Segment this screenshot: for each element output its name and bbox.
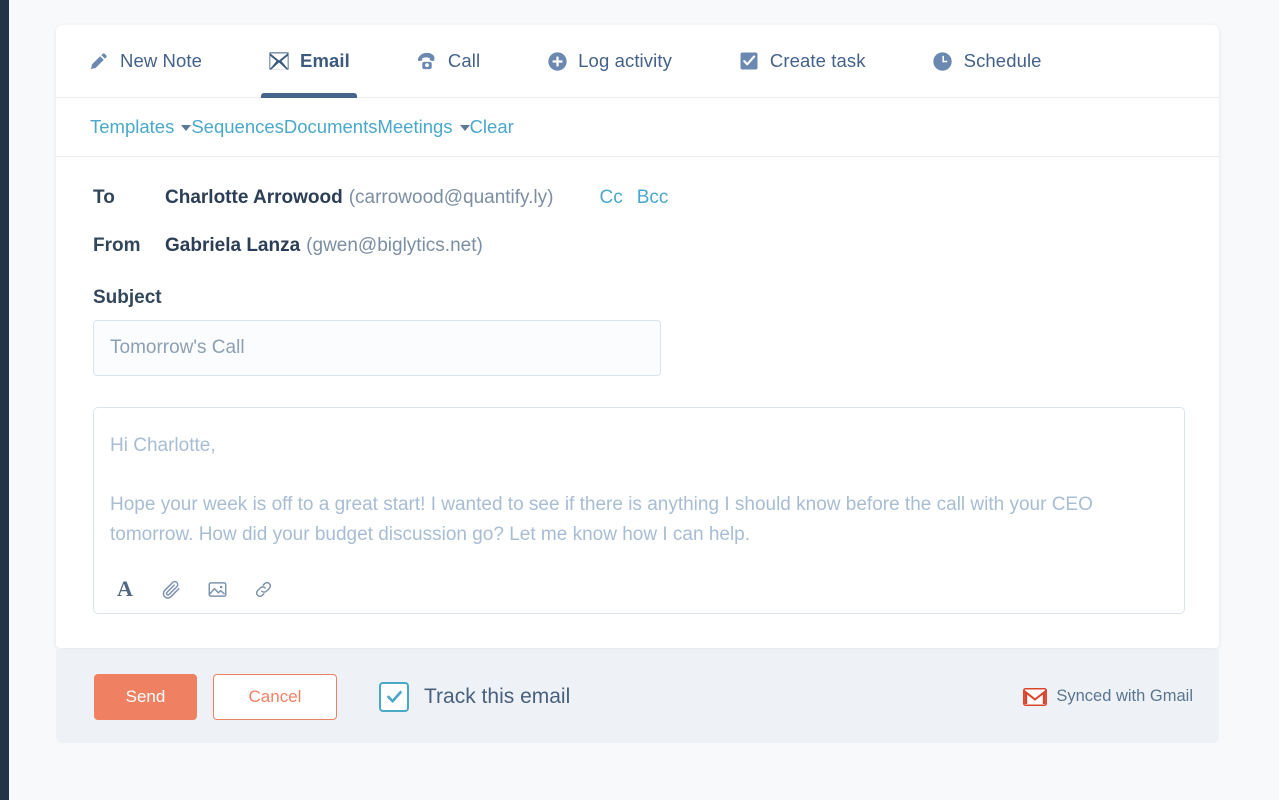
tab-label: Log activity (578, 50, 672, 72)
tab-active-indicator (261, 93, 357, 98)
cancel-button[interactable]: Cancel (213, 674, 337, 720)
tab-label: Schedule (964, 50, 1042, 72)
tab-call[interactable]: Call (412, 25, 484, 97)
body-greeting: Hi Charlotte, (110, 431, 1124, 461)
to-recipient-name[interactable]: Charlotte Arrowood (165, 187, 343, 209)
compose-body: To Charlotte Arrowood (carrowood@quantif… (56, 157, 1219, 648)
from-row: From Gabriela Lanza (gwen@biglytics.net) (93, 235, 1185, 257)
cc-button[interactable]: Cc (599, 187, 622, 209)
track-email-checkbox[interactable] (379, 682, 409, 712)
subject-input[interactable] (93, 320, 661, 376)
bcc-button[interactable]: Bcc (637, 187, 669, 209)
tab-label: New Note (120, 50, 202, 72)
synced-label: Synced with Gmail (1056, 687, 1193, 706)
to-row: To Charlotte Arrowood (carrowood@quantif… (93, 187, 1185, 209)
documents-button[interactable]: Documents (284, 116, 378, 138)
meetings-menu[interactable]: Meetings (377, 116, 469, 138)
clear-label: Clear (470, 116, 514, 138)
sequences-label: Sequences (191, 116, 284, 138)
to-recipient-email: (carrowood@quantify.ly) (349, 187, 554, 209)
phone-icon (416, 50, 438, 72)
tab-log-activity[interactable]: Log activity (542, 25, 676, 97)
image-icon[interactable] (205, 577, 229, 601)
composer-toolbar: Templates Sequences Documents Meetings C… (56, 98, 1219, 157)
from-label: From (93, 235, 165, 257)
send-button[interactable]: Send (94, 674, 197, 720)
checkbox-icon (738, 50, 760, 72)
tab-new-note[interactable]: New Note (84, 25, 206, 97)
track-email-toggle[interactable]: Track this email (379, 682, 570, 712)
tab-schedule[interactable]: Schedule (928, 25, 1046, 97)
cc-bcc-links: Cc Bcc (599, 187, 668, 209)
activity-tabbar: New Note Email (56, 25, 1219, 98)
templates-menu[interactable]: Templates (90, 116, 191, 138)
link-icon[interactable] (251, 577, 275, 601)
paperclip-icon[interactable] (159, 577, 183, 601)
tab-label: Call (448, 50, 480, 72)
to-label: To (93, 187, 165, 209)
track-email-label: Track this email (424, 685, 570, 709)
email-body-editor[interactable]: Hi Charlotte, Hope your week is off to a… (93, 407, 1185, 614)
pencil-icon (88, 50, 110, 72)
from-sender-name[interactable]: Gabriela Lanza (165, 235, 300, 257)
meetings-label: Meetings (377, 116, 452, 138)
chevron-down-icon (181, 125, 191, 131)
email-body-text: Hi Charlotte, Hope your week is off to a… (110, 431, 1124, 550)
synced-status: Synced with Gmail (1023, 687, 1193, 706)
email-composer: New Note Email (56, 25, 1219, 743)
body-paragraph: Hope your week is off to a great start! … (110, 490, 1124, 550)
templates-label: Templates (90, 116, 174, 138)
window-left-edge (0, 0, 9, 800)
plus-circle-icon (546, 50, 568, 72)
clock-icon (932, 50, 954, 72)
editor-toolbar: A (110, 577, 1164, 601)
documents-label: Documents (284, 116, 378, 138)
app-root: New Note Email (0, 0, 1279, 800)
composer-card: New Note Email (56, 25, 1219, 648)
sequences-button[interactable]: Sequences (191, 116, 284, 138)
clear-button[interactable]: Clear (470, 116, 514, 138)
tab-email[interactable]: Email (264, 25, 354, 97)
chevron-down-icon (460, 125, 470, 131)
subject-label: Subject (93, 287, 1185, 309)
from-sender-email: (gwen@biglytics.net) (306, 235, 483, 257)
composer-footer: Send Cancel Track this email (56, 650, 1219, 743)
tab-label: Create task (770, 50, 866, 72)
font-format-icon[interactable]: A (113, 577, 137, 601)
tab-create-task[interactable]: Create task (734, 25, 870, 97)
envelope-icon (268, 50, 290, 72)
gmail-icon (1023, 688, 1047, 706)
tab-label: Email (300, 50, 350, 72)
